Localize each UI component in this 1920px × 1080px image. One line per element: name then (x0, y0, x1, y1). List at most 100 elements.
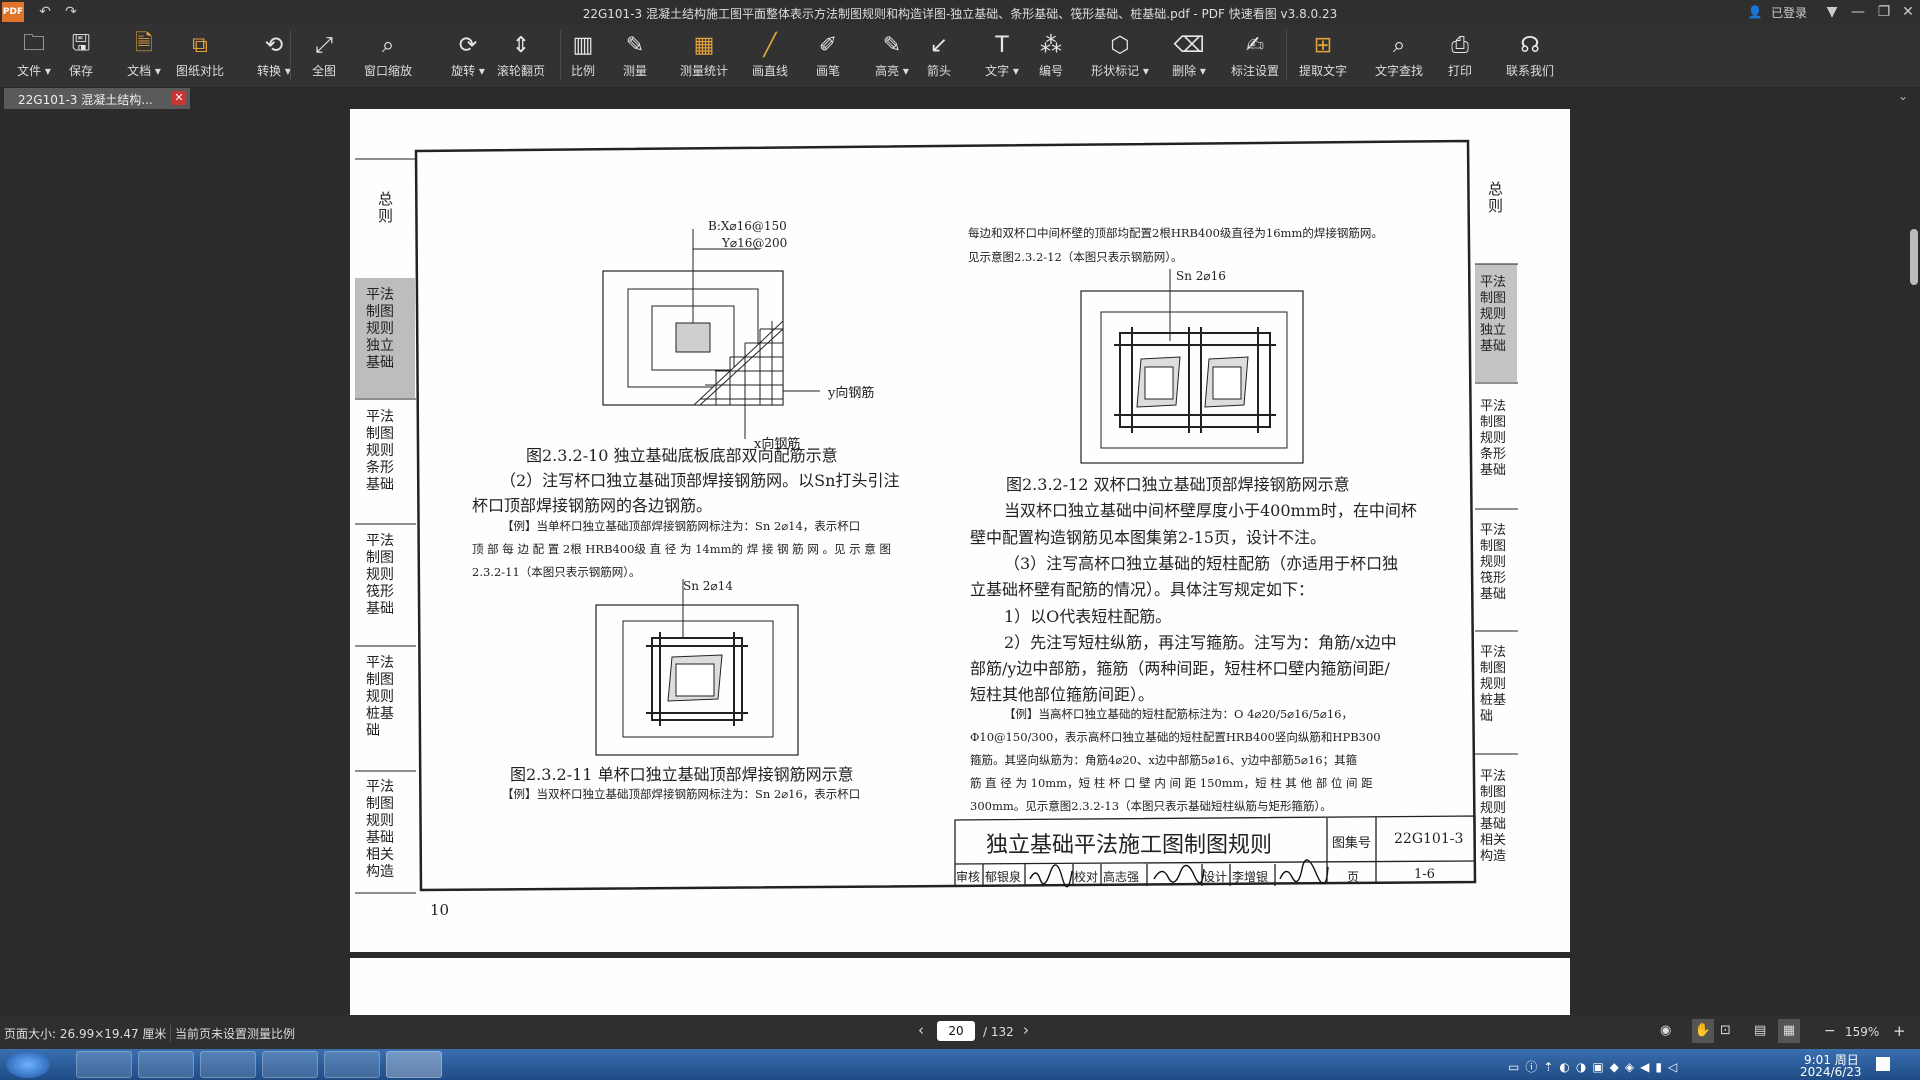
document-viewer[interactable]: 总则 平法制图规则 独立基础 平法制图规则 条形基础 平法制图规则 筏形基础 平… (0, 109, 1920, 1015)
taskbar-app-cad-icon[interactable] (324, 1051, 380, 1078)
toolbar-folder-button[interactable]: 🗀 文件 ▾ (10, 30, 58, 84)
toolbar-print-button[interactable]: ⎙ 打印 (1446, 30, 1474, 84)
document-tab-label: 22G101-3 混凝土结构... (18, 93, 153, 107)
toolbar-number-button[interactable]: ⁂ 编号 (1034, 30, 1068, 84)
single-page-icon[interactable]: ▤ (1754, 1023, 1766, 1038)
example-1-line2: 顶 部 每 边 配 置 2根 HRB400级 直 径 为 14mm的 焊 接 钢… (472, 542, 891, 556)
zoom-level[interactable]: 159% (1845, 1025, 1879, 1039)
maximize-icon[interactable]: ❐ (1874, 2, 1894, 22)
toolbar-separator (290, 30, 291, 80)
title-block-page-no: 1-6 (1414, 867, 1435, 882)
taskbar-app-pdf-icon[interactable] (386, 1051, 442, 1078)
zoom-out-icon[interactable]: − (1824, 1023, 1836, 1039)
title-block-review: 审核 (956, 870, 981, 884)
right-line1: 当双杯口独立基础中间杯壁厚度小于400mm时，在中间杯 (1004, 501, 1417, 520)
user-icon[interactable]: 👤 (1748, 2, 1763, 22)
toolbar-convert-button[interactable]: ⟲ 转换 ▾ (246, 30, 302, 84)
taskbar-app-browser-icon[interactable] (76, 1051, 132, 1078)
taskbar-app-folder-icon[interactable] (262, 1051, 318, 1078)
toolbar-measure-stats-button[interactable]: ▦ 测量统计 (676, 30, 732, 84)
example-3-line4: 筋 直 径 为 10mm，短 柱 杯 口 壁 内 间 距 150mm，短 柱 其… (970, 776, 1373, 790)
toolbar-separator (1286, 30, 1287, 80)
show-desktop-icon[interactable] (1876, 1057, 1890, 1071)
toolbar-document-button[interactable]: 🗎 文档 ▾ (118, 30, 170, 84)
toolbar-shape-mark-button[interactable]: ⬡ 形状标记 ▾ (1084, 30, 1156, 84)
right-tab-pile: 平法制图规则 桩基础 (1480, 645, 1507, 724)
compare-icon: ⧉ (192, 32, 208, 58)
toolbar-fit-page-button[interactable]: ⤢ 全图 (310, 30, 338, 84)
clock-date[interactable]: 2024/6/23 (1800, 1065, 1862, 1079)
figure-2-3-2-11 (595, 579, 799, 756)
taskbar-app-ie-icon[interactable] (138, 1051, 194, 1078)
menu-dropdown-icon[interactable]: ▼ (1822, 2, 1842, 22)
example-3-line3: 箍筋。其竖向纵筋为：角筋4⌀20、x边中部筋5⌀16、y边中部筋5⌀16；其箍 (970, 753, 1358, 767)
headset-icon: ☊ (1520, 32, 1540, 58)
toolbar-search-button[interactable]: ⌕ 文字查找 (1372, 30, 1426, 84)
example-3-line2: Φ10@150/300，表示高杯口独立基础的短柱配置HRB400竖向纵筋和HPB… (970, 730, 1381, 744)
toolbar-label: 测量 (622, 64, 647, 78)
window-title: 22G101-3 混凝土结构施工图平面整体表示方法制图规则和构造详图-独立基础、… (582, 7, 1338, 21)
folder-icon: 🗀 (22, 31, 45, 56)
right-top-line2: 见示意图2.3.2-12（本图只表示钢筋网）。 (968, 250, 1183, 264)
save-icon: 🖫 (71, 31, 91, 56)
toolbar-label: 标注设置 (1230, 64, 1279, 78)
continuous-page-icon[interactable]: ▦ (1778, 1019, 1800, 1043)
tab-list-chevron-icon[interactable]: ⌄ (1898, 89, 1908, 103)
toolbar-save-button[interactable]: 🖫 保存 (62, 30, 100, 84)
start-button-icon[interactable] (6, 1051, 50, 1078)
toolbar-label: 文字查找 (1374, 64, 1423, 78)
toolbar-label: 形状标记 ▾ (1091, 64, 1149, 78)
page-input[interactable]: 20 (937, 1021, 975, 1041)
toolbar-measure-button[interactable]: ✎ 测量 (620, 30, 650, 84)
toolbar-label: 高亮 ▾ (875, 64, 909, 78)
example-3-line1: 【例】当高杯口独立基础的短柱配筋标注为：O 4⌀20/5⌀16/5⌀16， (1004, 707, 1353, 721)
next-page-icon[interactable]: › (1023, 1021, 1029, 1039)
left-tab-pile: 平法制图规则 桩基础 (366, 655, 394, 739)
toolbar-arrow-button[interactable]: ↙ 箭头 (922, 30, 956, 84)
toolbar-label: 保存 (68, 64, 93, 78)
fig12-caption: 图2.3.2-12 双杯口独立基础顶部焊接钢筋网示意 (1006, 475, 1350, 494)
taskbar-app-feishu-icon[interactable] (200, 1051, 256, 1078)
document-tab[interactable]: 22G101-3 混凝土结构... ✕ (4, 88, 190, 109)
figure-2-3-2-12 (1080, 269, 1304, 464)
hand-tool-icon[interactable]: ✋ (1692, 1019, 1714, 1043)
select-tool-icon[interactable]: ⊡ (1720, 1023, 1731, 1038)
prev-page-icon[interactable]: ‹ (918, 1021, 924, 1039)
toolbar-headset-button[interactable]: ☊ 联系我们 (1502, 30, 1558, 84)
pdf-page: 总则 平法制图规则 独立基础 平法制图规则 条形基础 平法制图规则 筏形基础 平… (350, 109, 1570, 952)
toolbar-text-button[interactable]: T 文字 ▾ (976, 30, 1028, 84)
toolbar-zoom-window-button[interactable]: ⌕ 窗口缩放 (358, 30, 418, 84)
toolbar-label: 箭头 (926, 64, 951, 78)
zoom-in-icon[interactable]: + (1893, 1022, 1906, 1040)
toolbar-highlight-button[interactable]: ✎ 高亮 ▾ (866, 30, 918, 84)
toolbar-line-button[interactable]: ╱ 画直线 (748, 30, 792, 84)
toolbar-extract-text-button[interactable]: ⊞ 提取文字 (1294, 30, 1352, 84)
redo-icon[interactable]: ↷ (62, 2, 80, 22)
toolbar-compare-button[interactable]: ⧉ 图纸对比 (172, 30, 228, 84)
vertical-scrollbar-thumb[interactable] (1910, 229, 1918, 285)
close-icon[interactable]: ✕ (1898, 2, 1918, 22)
close-tab-icon[interactable]: ✕ (172, 91, 186, 105)
eye-icon[interactable]: ◉ (1660, 1023, 1671, 1038)
toolbar-label: 文档 ▾ (127, 64, 161, 78)
minimize-icon[interactable]: — (1848, 2, 1868, 22)
toolbar-scroll-page-button[interactable]: ⇕ 滚轮翻页 (494, 30, 548, 84)
toolbar-scale-button[interactable]: ▥ 比例 (568, 30, 598, 84)
left-tab-related: 平法制图规则 基础相关构造 (366, 779, 394, 880)
toolbar-eraser-button[interactable]: ⌫ 删除 ▾ (1162, 30, 1216, 84)
system-tray-icons[interactable]: ▭ⓘ⇡◐◑▣◆◈◀▮◁ (1508, 1058, 1683, 1075)
title-block-atlas-label: 图集号 (1332, 836, 1372, 851)
right-tab-strip: 平法制图规则 条形基础 (1480, 399, 1507, 478)
left-tab-raft: 平法制图规则 筏形基础 (366, 533, 394, 617)
toolbar-rotate-button[interactable]: ⟳ 旋转 ▾ (442, 30, 494, 84)
document-icon: 🗎 (135, 31, 153, 56)
eraser-icon: ⌫ (1173, 32, 1205, 58)
scale-note-label: 当前页未设置测量比例 (170, 1025, 295, 1042)
toolbar-pen-button[interactable]: ✐ 画笔 (814, 30, 842, 84)
toolbar-annotation-settings-button[interactable]: ✍ 标注设置 (1228, 30, 1282, 84)
undo-icon[interactable]: ↶ (36, 2, 54, 22)
login-status[interactable]: 已登录 (1764, 2, 1814, 22)
measure-stats-icon: ▦ (693, 32, 715, 58)
shape-mark-icon: ⬡ (1110, 32, 1130, 58)
right-tab-related: 平法制图规则 基础相关构造 (1480, 769, 1507, 864)
